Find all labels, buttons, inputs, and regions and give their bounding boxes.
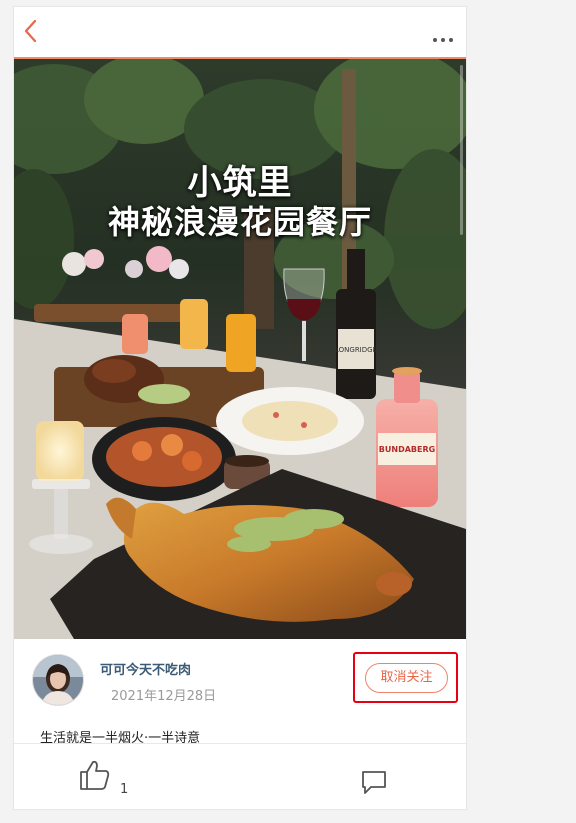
like-count: 1 <box>120 782 129 797</box>
author-name[interactable]: 可可今天不吃肉 <box>100 659 191 678</box>
author-section: 可可今天不吃肉 2021年12月28日 取消关注 <box>14 639 466 709</box>
scroll-indicator[interactable] <box>460 65 463 235</box>
photo-title-line2: 神秘浪漫花园餐厅 <box>107 203 372 241</box>
avatar[interactable] <box>33 655 83 705</box>
like-button[interactable] <box>78 758 112 792</box>
top-bar <box>14 7 466 59</box>
post-photo[interactable]: LONGRIDGE BUNDABERG 小筑里 神秘浪漫花园餐厅 <box>14 59 466 639</box>
drink-label-text: BUNDABERG <box>379 445 435 454</box>
phone-frame: LONGRIDGE BUNDABERG 小筑里 神秘浪漫花园餐厅 可可今天不吃肉… <box>14 7 466 809</box>
unfollow-button-highlight[interactable]: 取消关注 <box>353 652 458 703</box>
more-button[interactable] <box>432 29 454 42</box>
comment-icon <box>362 771 386 794</box>
bottle-label-text: LONGRIDGE <box>335 346 377 354</box>
more-horizontal-icon <box>433 38 453 42</box>
avatar-image <box>33 655 83 705</box>
chevron-left-icon <box>24 19 37 43</box>
thumbs-up-icon <box>80 760 110 790</box>
post-date: 2021年12月28日 <box>111 689 217 704</box>
bottom-action-bar: 1 <box>14 743 466 809</box>
back-button[interactable] <box>20 18 44 44</box>
comment-button[interactable] <box>360 768 388 796</box>
post-caption: 生活就是一半烟火·一半诗意 <box>40 731 201 743</box>
unfollow-button[interactable]: 取消关注 <box>365 663 448 693</box>
restaurant-food-image: LONGRIDGE BUNDABERG <box>14 59 466 639</box>
